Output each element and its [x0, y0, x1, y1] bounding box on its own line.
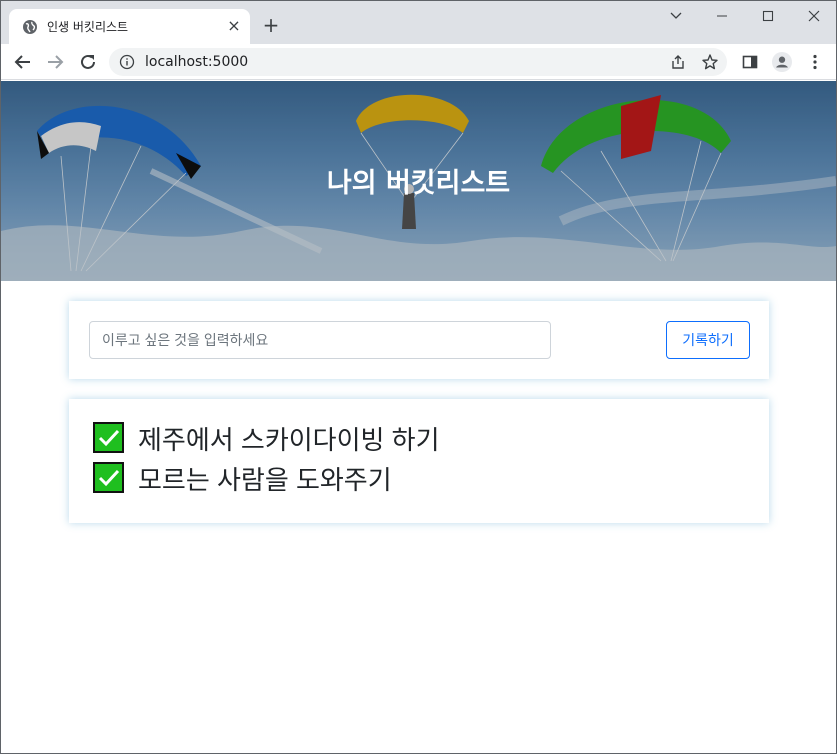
page-title: 나의 버킷리스트	[326, 168, 511, 199]
bucket-item-text: 제주에서 스카이다이빙 하기	[138, 425, 440, 455]
reload-icon[interactable]	[76, 50, 100, 74]
new-tab-button[interactable]: +	[260, 14, 282, 36]
checkmark-icon	[93, 422, 124, 453]
forward-icon[interactable]	[43, 50, 67, 74]
list-item: 제주에서 스카이다이빙 하기	[69, 419, 769, 459]
bucket-list-card: 제주에서 스카이다이빙 하기 모르는 사람을 도와주기	[69, 399, 769, 523]
browser-toolbar: localhost:5000	[1, 44, 836, 80]
address-bar[interactable]: localhost:5000	[109, 48, 727, 76]
globe-icon	[23, 20, 37, 34]
bucket-item-text: 모르는 사람을 도와주기	[138, 465, 392, 495]
checkmark-icon	[93, 462, 124, 493]
list-item: 모르는 사람을 도와주기	[69, 459, 769, 499]
bucket-input[interactable]	[89, 321, 551, 359]
browser-tab[interactable]: 인생 버킷리스트 ×	[9, 9, 250, 44]
menu-kebab-icon[interactable]	[805, 52, 825, 72]
share-icon[interactable]	[669, 53, 687, 71]
tab-search-icon[interactable]	[653, 1, 699, 31]
side-panel-icon[interactable]	[740, 52, 760, 72]
tab-strip: 인생 버킷리스트 × +	[1, 1, 836, 44]
info-icon[interactable]	[119, 54, 135, 70]
maximize-icon[interactable]	[745, 1, 791, 31]
input-card: 기록하기	[69, 301, 769, 379]
minimize-icon[interactable]	[699, 1, 745, 31]
url-text[interactable]: localhost:5000	[145, 54, 248, 70]
hero-banner: 나의 버킷리스트	[1, 81, 836, 281]
tab-title: 인생 버킷리스트	[47, 20, 129, 34]
tab-close-icon[interactable]: ×	[225, 17, 243, 35]
window-close-icon[interactable]	[791, 1, 837, 31]
back-icon[interactable]	[11, 50, 35, 74]
profile-avatar-icon[interactable]	[772, 52, 792, 72]
bookmark-star-icon[interactable]	[701, 53, 719, 71]
record-button[interactable]: 기록하기	[666, 321, 750, 359]
